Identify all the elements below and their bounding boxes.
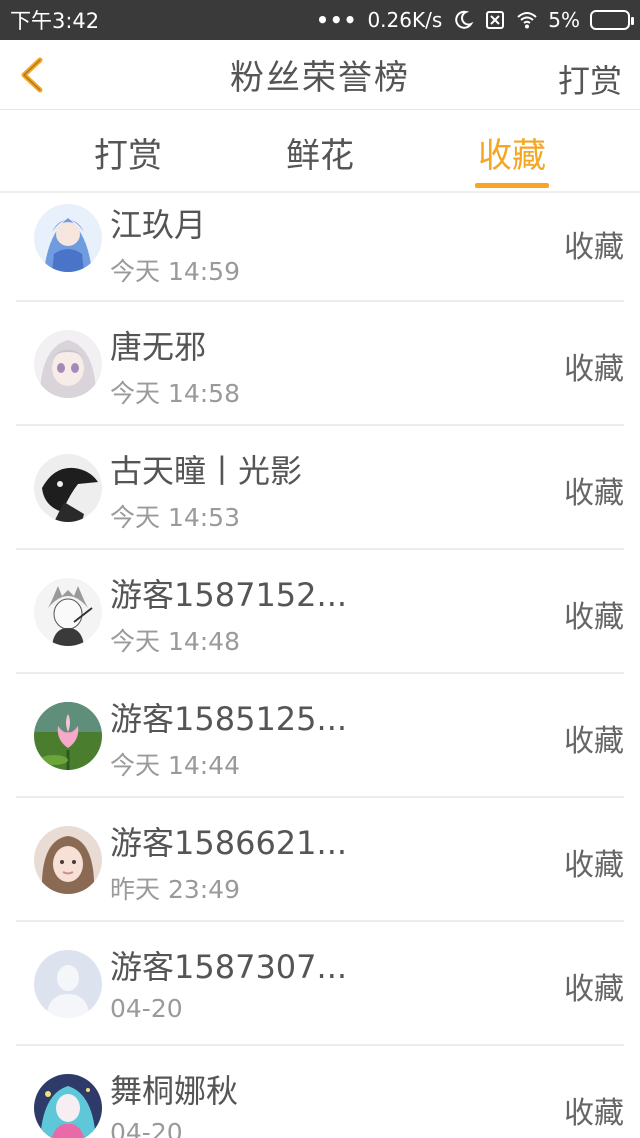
- default-user-avatar: [34, 950, 102, 1018]
- user-name: 江玖月: [110, 206, 207, 244]
- user-name: 古天瞳丨光影: [110, 452, 303, 490]
- page-title: 粉丝荣誉榜: [230, 58, 410, 98]
- status-time: 下午3:42: [10, 9, 100, 33]
- list-item[interactable]: 江玖月 今天 14:59 收藏: [16, 180, 624, 302]
- action-label: 收藏: [564, 230, 624, 265]
- wifi-icon: [517, 12, 537, 29]
- moon-icon: [455, 10, 474, 29]
- fan-list: 江玖月 今天 14:59 收藏 唐无邪 今天 14:58 收藏 古天瞳丨光影 今…: [0, 180, 640, 1138]
- timestamp: 04-20: [110, 994, 183, 1023]
- user-name: 唐无邪: [110, 328, 207, 366]
- user-name: 游客1587152...: [110, 576, 348, 614]
- avatar: [34, 578, 102, 646]
- list-item[interactable]: 舞桐娜秋 04-20 收藏: [16, 1046, 624, 1138]
- avatar: [34, 330, 102, 398]
- sim-off-icon: [486, 11, 505, 29]
- chevron-left-icon[interactable]: [14, 56, 52, 94]
- user-name: 游客1587307...: [110, 948, 348, 986]
- action-label: 收藏: [564, 724, 624, 759]
- status-right: ••• 0.26K/s 5%: [316, 8, 634, 32]
- action-label: 收藏: [564, 600, 624, 635]
- timestamp: 今天 14:59: [110, 257, 240, 286]
- battery-percent: 5%: [548, 8, 580, 32]
- avatar: [34, 826, 102, 894]
- avatar: [34, 204, 102, 272]
- timestamp: 今天 14:48: [110, 627, 240, 656]
- list-item[interactable]: 游客1587307... 04-20 收藏: [16, 922, 624, 1046]
- user-name: 游客1586621...: [110, 824, 348, 862]
- avatar: [34, 1074, 102, 1138]
- avatar: [34, 454, 102, 522]
- timestamp: 今天 14:58: [110, 379, 240, 408]
- action-label: 收藏: [564, 972, 624, 1007]
- battery-icon: [590, 10, 634, 30]
- list-item[interactable]: 古天瞳丨光影 今天 14:53 收藏: [16, 426, 624, 550]
- timestamp: 今天 14:44: [110, 751, 240, 780]
- list-item[interactable]: 游客1585125... 今天 14:44 收藏: [16, 674, 624, 798]
- action-label: 收藏: [564, 848, 624, 883]
- user-name: 游客1585125...: [110, 700, 348, 738]
- avatar: [34, 702, 102, 770]
- reward-button[interactable]: 打赏: [558, 56, 622, 102]
- timestamp: 04-20: [110, 1118, 183, 1138]
- network-speed: 0.26K/s: [367, 8, 443, 32]
- status-bar: 下午3:42 ••• 0.26K/s 5%: [0, 0, 640, 40]
- timestamp: 今天 14:53: [110, 503, 240, 532]
- action-label: 收藏: [564, 476, 624, 511]
- action-label: 收藏: [564, 1096, 624, 1131]
- list-item[interactable]: 唐无邪 今天 14:58 收藏: [16, 302, 624, 426]
- list-item[interactable]: 游客1587152... 今天 14:48 收藏: [16, 550, 624, 674]
- status-dots: •••: [316, 8, 358, 32]
- list-item[interactable]: 游客1586621... 昨天 23:49 收藏: [16, 798, 624, 922]
- action-label: 收藏: [564, 352, 624, 387]
- timestamp: 昨天 23:49: [110, 875, 240, 904]
- user-name: 舞桐娜秋: [110, 1072, 239, 1110]
- app-header: 粉丝荣誉榜 打赏: [0, 40, 640, 110]
